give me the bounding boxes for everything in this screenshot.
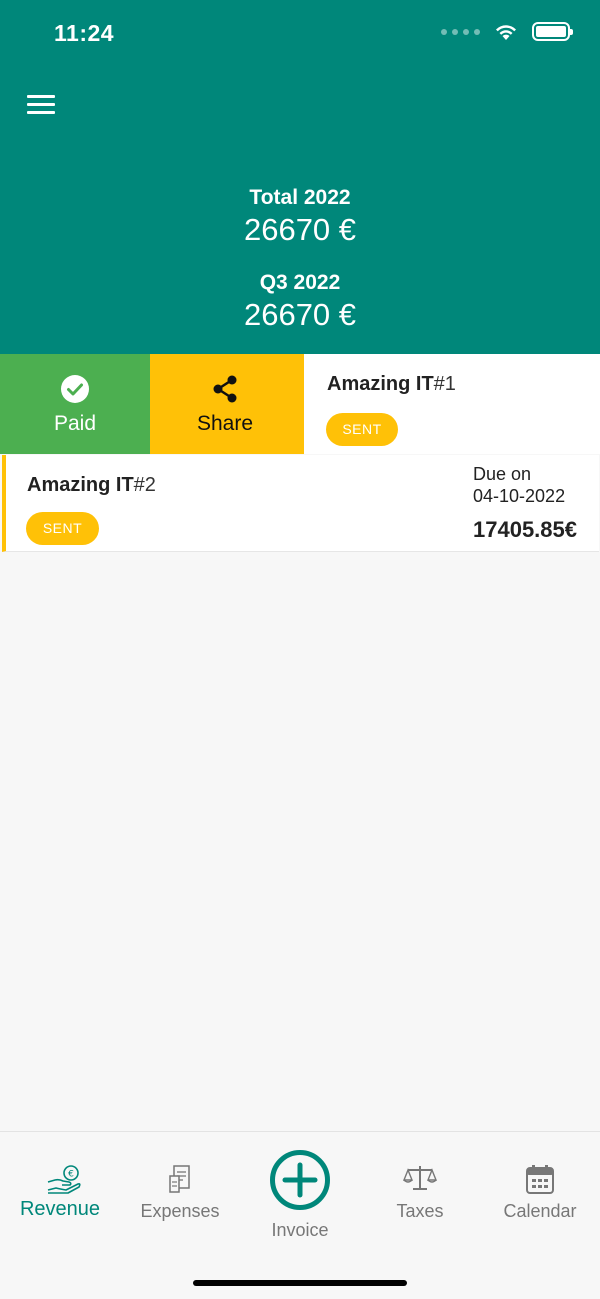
tab-expenses-label: Expenses (140, 1201, 220, 1221)
check-circle-icon (61, 375, 89, 403)
total-amount: 26670 € (243, 212, 357, 247)
battery-icon (532, 22, 573, 41)
cellular-signal-icon (441, 28, 480, 35)
svg-text:€: € (68, 1170, 74, 1180)
invoice-client: Amazing IT (27, 474, 134, 496)
tab-calendar-label: Calendar (503, 1201, 577, 1221)
tab-taxes-label: Taxes (396, 1201, 444, 1221)
home-indicator[interactable] (193, 1280, 407, 1286)
expenses-receipt-icon (169, 1165, 190, 1193)
add-circle-icon (270, 1150, 330, 1210)
invoice-row-swiped: Paid Share Amazing IT#1 SENT (0, 354, 600, 454)
tab-invoice-label: Invoice (271, 1220, 329, 1240)
status-badge: SENT (26, 512, 99, 545)
revenue-hand-euro-icon: € (47, 1165, 81, 1194)
status-icons (441, 22, 573, 41)
hamburger-menu-icon[interactable] (27, 95, 55, 115)
quarter-summary: Q3 2022 26670 € (0, 271, 600, 333)
due-date: 04-10-2022 (473, 486, 566, 506)
total-label: Total 2022 (249, 186, 351, 209)
share-label: Share (196, 412, 254, 435)
invoice-card[interactable]: Amazing IT#1 SENT (300, 354, 600, 454)
quarter-amount: 26670 € (243, 297, 357, 332)
share-button[interactable]: Share (150, 354, 300, 454)
invoice-client: Amazing IT (327, 373, 434, 395)
quarter-label: Q3 2022 (259, 271, 341, 294)
invoice-number: #1 (433, 373, 456, 395)
invoice-amount: 17405.85€ (473, 517, 577, 542)
total-summary: Total 2022 26670 € (0, 186, 600, 248)
app-header: 11:24 Total 2022 26670 € Q3 2022 26670 € (0, 0, 600, 354)
wifi-icon (496, 24, 516, 40)
invoice-number: #2 (133, 474, 156, 496)
bottom-tab-bar: € Revenue Expenses Invoice Taxes Calenda… (0, 1131, 600, 1299)
invoice-card[interactable]: Amazing IT#2 SENT Due on 04-10-2022 1740… (2, 455, 599, 552)
due-info: Due on 04-10-2022 (473, 463, 565, 507)
tab-revenue-label: Revenue (19, 1198, 101, 1220)
due-label: Due on (473, 464, 532, 484)
paid-button[interactable]: Paid (0, 354, 150, 454)
share-icon (213, 375, 237, 403)
invoice-title: Amazing IT#2 (27, 474, 156, 497)
scales-icon (403, 1166, 437, 1190)
calendar-icon (526, 1165, 554, 1194)
invoice-title: Amazing IT#1 (327, 373, 456, 396)
status-badge: SENT (326, 413, 398, 446)
status-time: 11:24 (54, 20, 115, 46)
paid-label: Paid (53, 412, 97, 435)
